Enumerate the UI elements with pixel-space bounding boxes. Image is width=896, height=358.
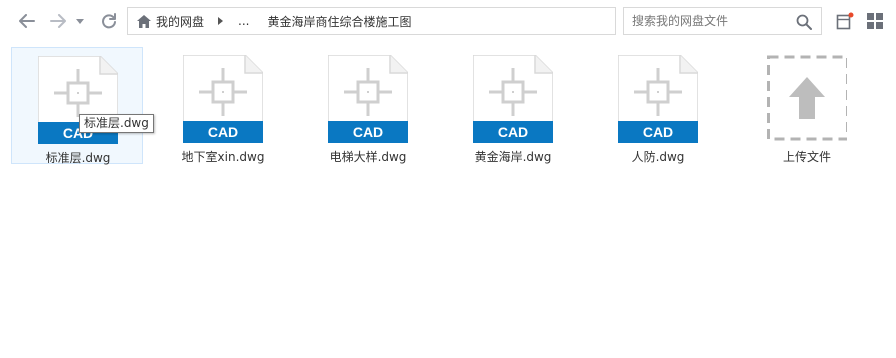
cad-badge: CAD (643, 124, 673, 140)
file-item[interactable]: CAD 人防.dwg (592, 47, 724, 164)
upload-file-button[interactable]: 上传文件 (741, 47, 873, 164)
cad-file-icon: CAD (473, 55, 553, 143)
search-icon[interactable] (796, 14, 812, 30)
cad-badge: CAD (208, 124, 238, 140)
cad-badge: CAD (353, 124, 383, 140)
forward-button[interactable] (47, 10, 69, 32)
cad-badge: CAD (498, 124, 528, 140)
upload-label: 上传文件 (782, 150, 831, 164)
search-box (623, 7, 822, 35)
file-item[interactable]: CAD 标准层.dwg (11, 47, 143, 165)
file-name: 人防.dwg (631, 150, 685, 164)
cad-file-icon: CAD (328, 55, 408, 143)
arrow-right-icon (50, 14, 66, 28)
address-bar[interactable]: 我的网盘 ... 黄金海岸商住综合楼施工图 (127, 7, 616, 35)
back-button[interactable] (16, 10, 38, 32)
detail-view-icon[interactable] (836, 12, 854, 30)
filename-tooltip: 标准层.dwg (79, 114, 154, 133)
toolbar: 我的网盘 ... 黄金海岸商住综合楼施工图 (0, 0, 896, 42)
file-grid: CAD 标准层.dwg CAD 地下室xin.dwg CAD 电梯大样.dwg … (0, 44, 896, 358)
search-input[interactable] (632, 14, 792, 28)
breadcrumb-root[interactable]: 我的网盘 (156, 13, 204, 30)
grid-view-icon[interactable] (866, 12, 884, 30)
breadcrumb-ellipsis[interactable]: ... (238, 14, 249, 28)
file-item[interactable]: CAD 黄金海岸.dwg (447, 47, 579, 164)
notification-dot (848, 12, 854, 18)
history-dropdown-button[interactable] (72, 10, 88, 32)
arrow-left-icon (19, 14, 35, 28)
upload-arrow-icon (767, 55, 847, 141)
file-item[interactable]: CAD 地下室xin.dwg (157, 47, 289, 164)
file-name: 电梯大样.dwg (329, 150, 407, 164)
refresh-icon (102, 13, 116, 29)
file-name: 地下室xin.dwg (181, 150, 265, 164)
cad-file-icon: CAD (183, 55, 263, 143)
home-icon[interactable] (136, 13, 152, 29)
file-name: 黄金海岸.dwg (474, 150, 552, 164)
breadcrumb-current-folder[interactable]: 黄金海岸商住综合楼施工图 (267, 13, 411, 30)
chevron-down-icon (76, 18, 84, 24)
cad-file-icon: CAD (618, 55, 698, 143)
file-item[interactable]: CAD 电梯大样.dwg (302, 47, 434, 164)
refresh-button[interactable] (98, 10, 120, 32)
breadcrumb-separator-icon[interactable] (216, 17, 224, 25)
file-name: 标准层.dwg (45, 151, 111, 165)
